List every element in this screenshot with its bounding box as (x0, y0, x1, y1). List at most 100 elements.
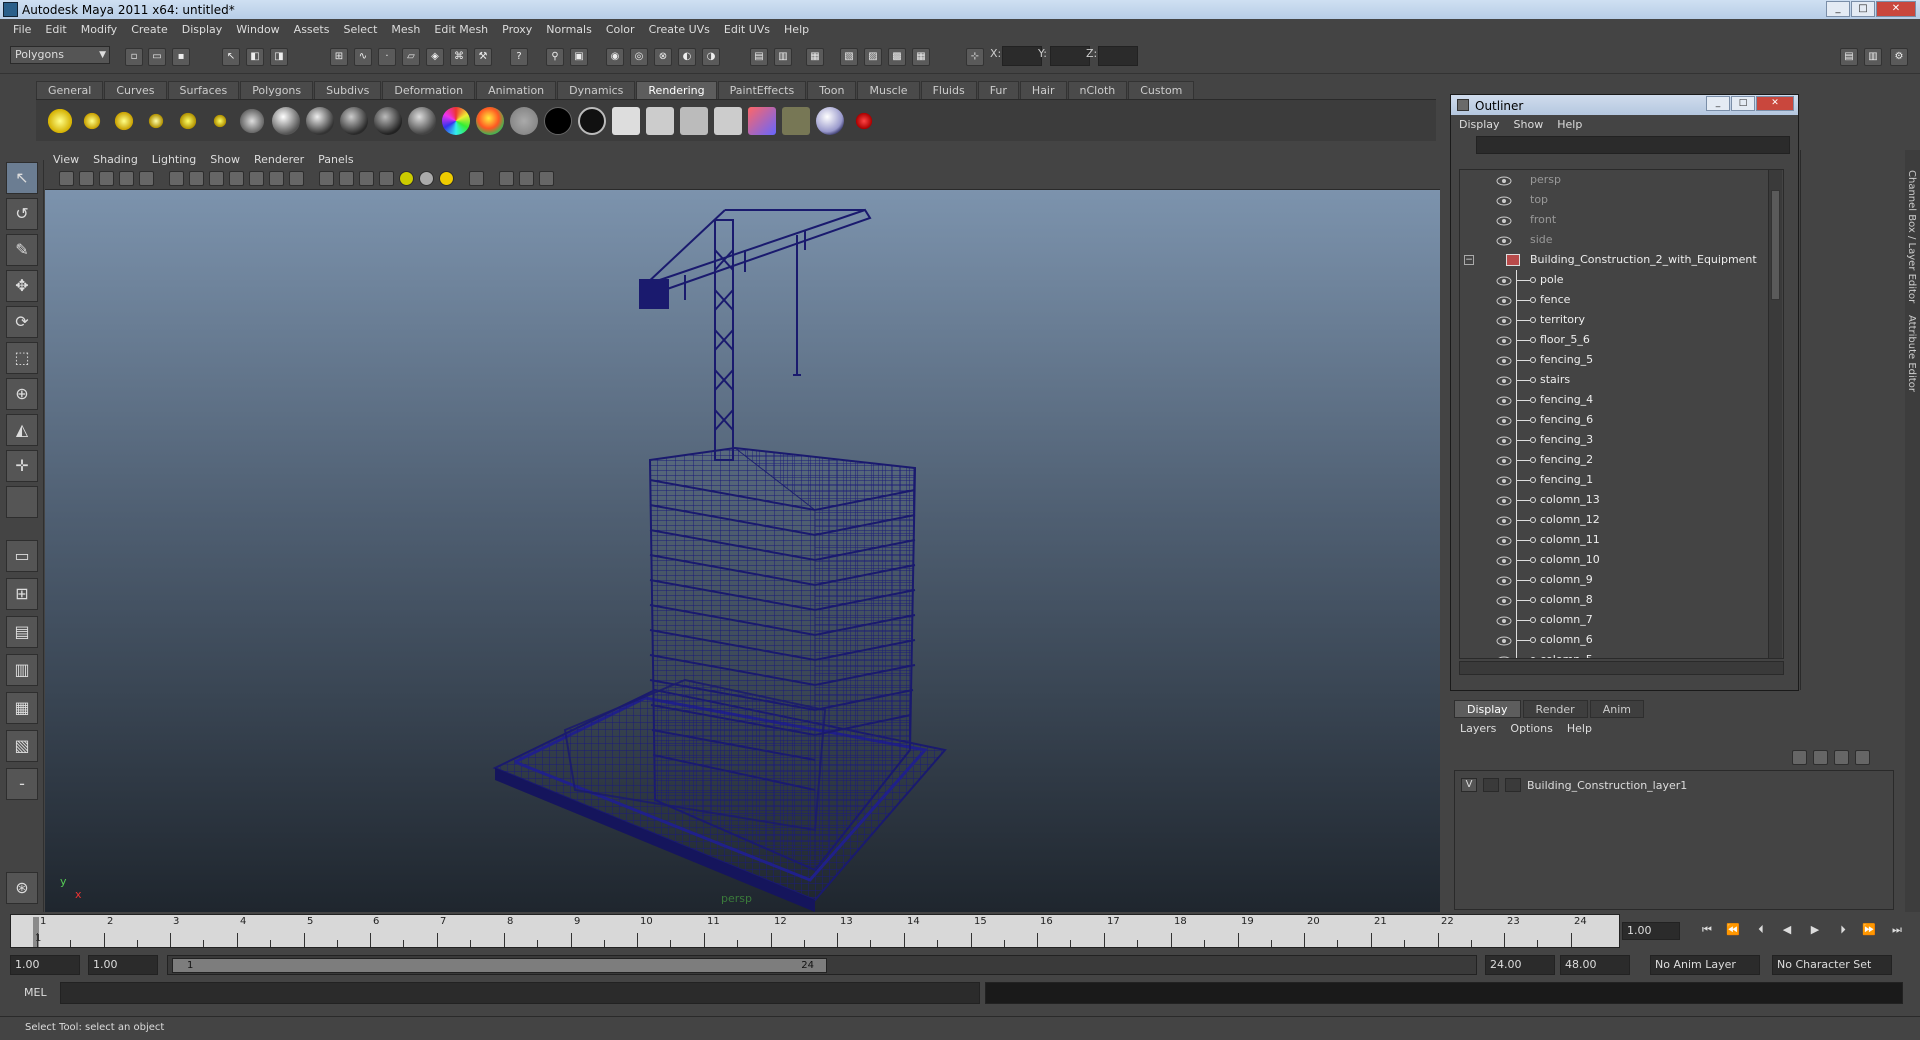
layout-hypershade-icon[interactable]: ▦ (6, 692, 38, 724)
spot-light-icon[interactable] (142, 107, 170, 135)
layer-color-swatch[interactable] (1505, 778, 1521, 792)
universal-manip-icon[interactable]: ⊕ (6, 378, 38, 410)
hardware-render-icon[interactable] (539, 171, 554, 186)
collapse-icon[interactable]: − (1464, 255, 1474, 265)
blinn-material-icon[interactable] (306, 107, 334, 135)
layer-tab-display[interactable]: Display (1454, 700, 1521, 718)
playback-end-field[interactable]: 24.00 (1485, 955, 1555, 975)
attribute-editor-tab[interactable]: Attribute Editor (1906, 315, 1917, 392)
layout-dope-icon[interactable]: ▧ (6, 730, 38, 762)
outliner-camera-row[interactable]: side (1460, 230, 1783, 250)
isolate-select-icon[interactable] (469, 171, 484, 186)
outliner-menu-display[interactable]: Display (1459, 118, 1500, 131)
shelf-tab-custom[interactable]: Custom (1128, 81, 1195, 99)
render-icon[interactable] (612, 107, 640, 135)
panel-quad-icon[interactable]: ▩ (888, 48, 906, 66)
channel-box-tab[interactable]: Channel Box / Layer Editor (1906, 170, 1917, 303)
render-globals-icon[interactable]: ◑ (702, 48, 720, 66)
bookmark-icon[interactable] (99, 171, 114, 186)
help-question-icon[interactable]: ? (510, 48, 528, 66)
layer-row[interactable]: V Building_Construction_layer1 (1461, 777, 1687, 793)
lambert-material-icon[interactable] (272, 107, 300, 135)
anim-layer-dropdown[interactable]: No Anim Layer (1650, 955, 1760, 975)
shelf-tab-curves[interactable]: Curves (104, 81, 167, 99)
shelf-tab-ncloth[interactable]: nCloth (1067, 81, 1128, 99)
batch-render-icon[interactable] (680, 107, 708, 135)
ramp-shader-icon[interactable] (442, 107, 470, 135)
outliner-child-row[interactable]: colomn_6 (1460, 630, 1783, 650)
outliner-child-row[interactable]: floor_5_6 (1460, 330, 1783, 350)
toggle-channel-box-icon[interactable]: ▥ (1864, 48, 1882, 66)
outliner-maximize-button[interactable]: □ (1731, 96, 1755, 111)
scale-tool-icon[interactable]: ⬚ (6, 342, 38, 374)
anim-end-field[interactable]: 48.00 (1560, 955, 1630, 975)
input-line-icon[interactable]: ▤ (750, 48, 768, 66)
outliner-titlebar[interactable]: Outliner _ □ ✕ (1451, 95, 1798, 115)
shelf-tab-polygons[interactable]: Polygons (240, 81, 314, 99)
numeric-input-icon[interactable]: ⊹ (966, 48, 984, 66)
outliner-child-row[interactable]: colomn_7 (1460, 610, 1783, 630)
snap-point-icon[interactable]: · (378, 48, 396, 66)
layout-four-icon[interactable]: ⊞ (6, 578, 38, 610)
textured-icon[interactable] (379, 171, 394, 186)
perspective-viewport[interactable]: y x persp (45, 190, 1440, 912)
outliner-child-row[interactable]: fencing_3 (1460, 430, 1783, 450)
range-slider-thumb[interactable]: 1 24 (172, 958, 827, 973)
hypershade-shelf-icon[interactable] (816, 107, 844, 135)
shelf-tab-subdivs[interactable]: Subdivs (314, 81, 382, 99)
last-tool-icon[interactable] (6, 486, 38, 518)
shading-map-icon[interactable] (578, 107, 606, 135)
command-input[interactable] (60, 982, 980, 1004)
save-scene-icon[interactable]: ▪ (172, 48, 190, 66)
surface-shader-icon[interactable] (510, 107, 538, 135)
layer-tab-anim[interactable]: Anim (1589, 700, 1644, 718)
go-to-end-icon[interactable]: ⏭ (1888, 923, 1906, 939)
panel-menu-panels[interactable]: Panels (318, 153, 353, 166)
menu-color[interactable]: Color (599, 23, 642, 36)
panel-split-icon[interactable]: ▨ (864, 48, 882, 66)
shelf-tab-general[interactable]: General (36, 81, 104, 99)
outliner-filter-input[interactable] (1476, 136, 1790, 154)
volume-light-icon[interactable] (206, 107, 234, 135)
camera-icon[interactable] (238, 107, 266, 135)
menu-create-uvs[interactable]: Create UVs (642, 23, 717, 36)
outliner-close-button[interactable]: ✕ (1756, 96, 1794, 111)
render-view-window-icon[interactable] (748, 107, 776, 135)
minimize-button[interactable]: _ (1826, 1, 1850, 17)
snap-grid-icon[interactable]: ⊞ (330, 48, 348, 66)
shelf-tab-painteffects[interactable]: PaintEffects (717, 81, 807, 99)
open-scene-icon[interactable]: ▭ (148, 48, 166, 66)
shelf-tab-dynamics[interactable]: Dynamics (557, 81, 636, 99)
menu-help[interactable]: Help (777, 23, 816, 36)
go-to-start-icon[interactable]: ⏮ (1698, 923, 1716, 939)
xray-icon[interactable] (499, 171, 514, 186)
outliner-child-row[interactable]: colomn_5 (1460, 650, 1783, 658)
construction-icon[interactable]: ⚒ (474, 48, 492, 66)
outliner-menu-help[interactable]: Help (1557, 118, 1582, 131)
select-tool-icon[interactable]: ↖ (6, 162, 38, 194)
layout-more-icon[interactable]: - (6, 768, 38, 800)
snap-curve-icon[interactable]: ∿ (354, 48, 372, 66)
shelf-tab-muscle[interactable]: Muscle (857, 81, 920, 99)
panel-menu-shading[interactable]: Shading (93, 153, 138, 166)
anim-start-field[interactable]: 1.00 (10, 955, 80, 975)
step-back-frame-icon[interactable]: ⏴ (1752, 923, 1770, 939)
select-camera-icon[interactable] (59, 171, 74, 186)
play-forward-icon[interactable]: ▶ (1806, 923, 1824, 939)
layer-tab-render[interactable]: Render (1522, 700, 1588, 718)
film-gate-icon[interactable] (189, 171, 204, 186)
character-set-dropdown[interactable]: No Character Set (1772, 955, 1892, 975)
layout-graph-icon[interactable]: ▥ (6, 654, 38, 686)
layer-menu-help[interactable]: Help (1567, 722, 1592, 735)
show-panel-icon[interactable]: ▦ (806, 48, 824, 66)
current-frame-field[interactable]: 1.00 (1622, 922, 1680, 940)
phonge-material-icon[interactable] (374, 107, 402, 135)
toggle-tool-settings-icon[interactable]: ⚙ (1890, 48, 1908, 66)
panel-layout-icon[interactable]: ▧ (840, 48, 858, 66)
show-manip-icon[interactable]: ✛ (6, 450, 38, 482)
toggle-sidebar-icon[interactable]: ▤ (1840, 48, 1858, 66)
ipr-render-icon[interactable]: ◎ (630, 48, 648, 66)
new-scene-icon[interactable]: ▫ (125, 48, 143, 66)
menu-normals[interactable]: Normals (539, 23, 599, 36)
outliner-child-row[interactable]: colomn_13 (1460, 490, 1783, 510)
